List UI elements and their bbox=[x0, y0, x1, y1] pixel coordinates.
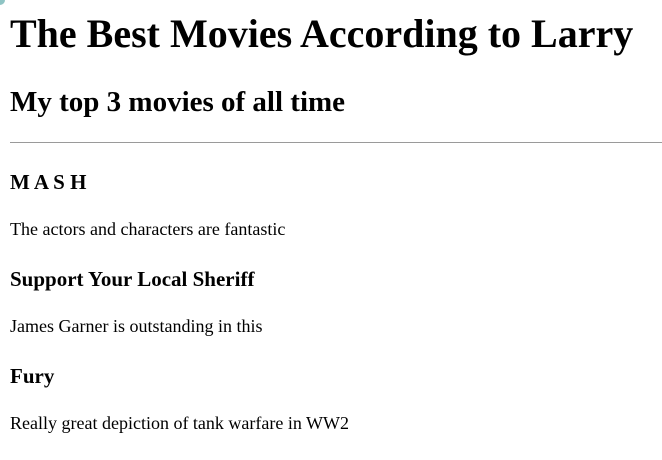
divider bbox=[10, 142, 662, 143]
movie-title: M A S H bbox=[10, 170, 87, 194]
movie-title: Support Your Local Sheriff bbox=[10, 267, 255, 291]
corner-decoration bbox=[0, 0, 5, 5]
movie-description: James Garner is outstanding in this bbox=[10, 316, 263, 336]
movie-description: Really great depiction of tank warfare i… bbox=[10, 413, 350, 433]
movie-title: Fury bbox=[10, 364, 55, 388]
page-subtitle: My top 3 movies of all time bbox=[10, 86, 346, 118]
movie-description: The actors and characters are fantastic bbox=[10, 219, 286, 239]
page-title: The Best Movies According to Larry bbox=[10, 11, 634, 56]
